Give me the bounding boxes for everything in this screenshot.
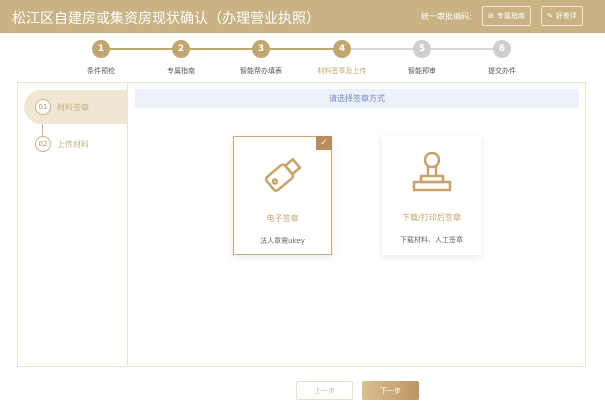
header: 松江区自建房或集资房现状确认（办理营业执照） 统一审批编码: ⊞ 专属指南 ✎ 好差… xyxy=(0,0,605,33)
prev-button[interactable]: 上一步 xyxy=(296,381,353,400)
sidebar-item-upload[interactable]: 02 上传材料 xyxy=(24,127,128,161)
next-button[interactable]: 下一步 xyxy=(362,381,419,400)
card-title: 下载/打印后签章 xyxy=(402,213,461,222)
step-3: 3 xyxy=(252,40,270,58)
step-6: 6 xyxy=(493,40,511,58)
print-signature-card[interactable]: 下载/打印后签章 下载材料、人工签章 xyxy=(382,136,481,255)
card-title: 电子签章 xyxy=(266,214,299,223)
guide-button[interactable]: ⊞ 专属指南 xyxy=(482,6,531,26)
progress-steps: 1 2 3 4 5 6 条件预检 专属指南 智能帮办填表 材料签章及上传 智能预… xyxy=(0,38,605,78)
pen-icon: ✎ xyxy=(547,12,553,20)
step-label: 提交办件 xyxy=(488,67,516,75)
step-5: 5 xyxy=(413,40,431,58)
page-title: 松江区自建房或集资房现状确认（办理营业执照） xyxy=(12,11,320,27)
sidebar-item-num: 02 xyxy=(35,136,51,152)
e-signature-card[interactable]: ✓ 电子签章 法人章需ukey xyxy=(233,136,332,255)
sidebar-item-sign[interactable]: 01 材料签章 xyxy=(24,90,128,124)
step-label: 智能帮办填表 xyxy=(240,67,282,75)
step-1: 1 xyxy=(92,40,110,58)
qr-grid-icon: ⊞ xyxy=(488,12,494,20)
sub-step-sidebar: 01 材料签章 02 上传材料 xyxy=(18,83,128,366)
guide-button-label: 专属指南 xyxy=(496,12,525,20)
step-label-current: 材料签章及上传 xyxy=(317,67,367,75)
sidebar-item-num: 01 xyxy=(35,99,51,115)
sidebar-item-label: 上传材料 xyxy=(57,139,89,149)
step-label: 智能预审 xyxy=(408,67,436,75)
step-label: 条件预检 xyxy=(87,67,115,75)
sidebar-item-label: 材料签章 xyxy=(57,102,89,112)
rate-button-label: 好差评 xyxy=(555,12,577,20)
usb-key-icon xyxy=(264,157,302,192)
instruction-banner: 请选择签章方式 xyxy=(135,89,579,108)
content-panel: 01 材料签章 02 上传材料 请选择签章方式 ✓ 电子签章 法人章需ukey … xyxy=(17,82,586,367)
stamp-icon xyxy=(412,151,451,192)
card-desc: 法人章需ukey xyxy=(260,237,305,245)
approval-code-label: 统一审批编码: xyxy=(421,12,472,21)
progress-line-done xyxy=(100,48,342,50)
check-icon: ✓ xyxy=(316,136,332,150)
rate-button[interactable]: ✎ 好差评 xyxy=(541,6,583,26)
step-2: 2 xyxy=(172,40,190,58)
step-4: 4 xyxy=(333,40,351,58)
step-label: 专属指南 xyxy=(167,67,195,75)
card-desc: 下载材料、人工签章 xyxy=(400,236,463,244)
